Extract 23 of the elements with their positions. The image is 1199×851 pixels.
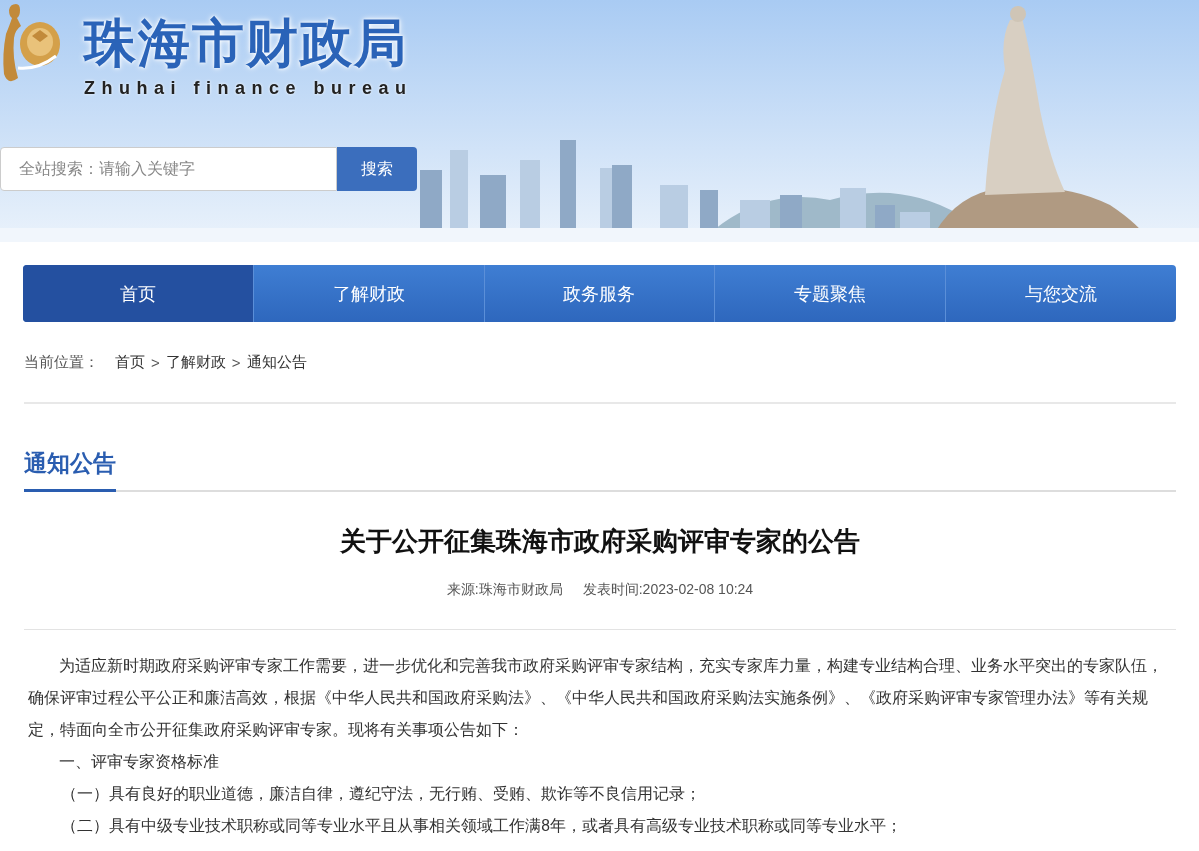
article-source: 来源:珠海市财政局	[446, 581, 563, 599]
nav-tab[interactable]: 首页	[23, 265, 253, 322]
article-list-item: （一）具有良好的职业道德，廉洁自律，遵纪守法，无行贿、受贿、欺诈等不良信用记录；	[60, 784, 703, 804]
nav-tab[interactable]: 了解财政	[252, 265, 484, 322]
breadcrumb-separator: >	[231, 353, 241, 371]
site-subtitle: Zhuhai finance bureau	[84, 78, 413, 99]
breadcrumb-link[interactable]: 首页	[115, 352, 145, 372]
nav-tab[interactable]: 政务服务	[483, 265, 715, 322]
section-title: 通知公告	[24, 448, 116, 492]
breadcrumb-separator: >	[151, 353, 160, 371]
breadcrumb-label: 当前位置：	[24, 352, 99, 372]
search-field[interactable]: 全站搜索：请输入关键字	[0, 147, 337, 191]
site-title: 珠海市财政局	[84, 14, 409, 74]
article-heading: 一、评审专家资格标准	[58, 752, 221, 772]
nav-tab[interactable]: 与您交流	[945, 265, 1176, 322]
nav-tab[interactable]: 专题聚焦	[714, 265, 946, 322]
article-date: 发表时间:2023-02-08 10:24	[582, 581, 754, 599]
breadcrumb-link[interactable]: 通知公告	[246, 352, 307, 372]
breadcrumb-link[interactable]: 了解财政	[165, 352, 226, 372]
article-paragraph: 为适应新时期政府采购评审专家工作需要，进一步优化和完善我市政府采购评审专家结构，充实专家库力量，构建专业结构合理、业务水平突出的专家队伍，确保评审过程公平公正和廉洁高效，根据《中华人民共和国政府采购法》、《中华人民共和国政府采购法实施条例》、《政府采购评审专家管理办法》等有关规定，特面向全市公开征集政府采购评审专家。现将有关事项公告如下：	[27, 656, 1165, 740]
article-list-item: （二）具有中级专业技术职称或同等专业水平且从事相关领域工作满8年，或者具有高级专业技术职称或同等专业水平；	[60, 816, 903, 836]
search-button[interactable]: 搜索	[337, 147, 417, 191]
article-title: 关于公开征集珠海市政府采购评审专家的公告	[339, 525, 861, 558]
